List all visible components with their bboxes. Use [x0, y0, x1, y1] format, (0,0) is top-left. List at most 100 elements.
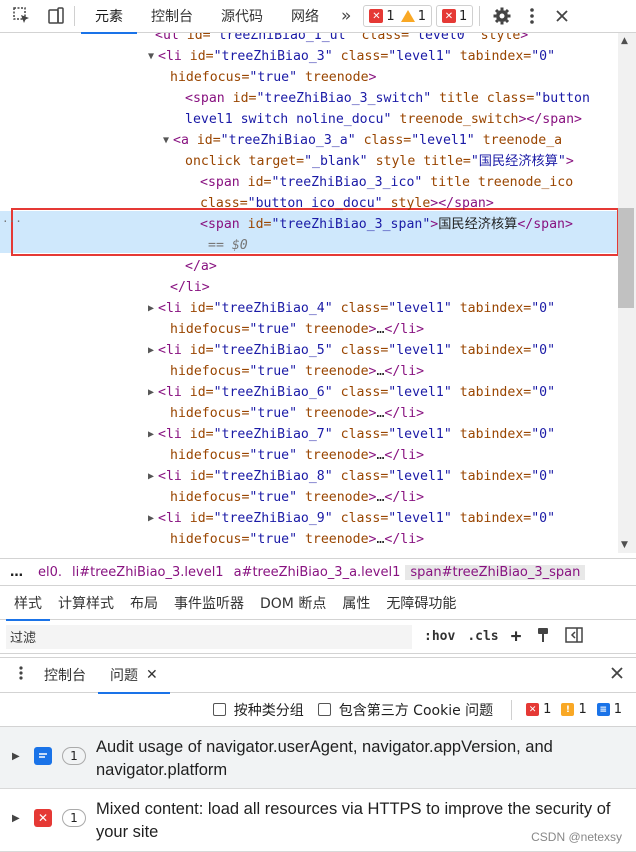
subtab-event-listeners[interactable]: 事件监听器: [166, 586, 252, 620]
device-toolbar-icon[interactable]: [44, 4, 68, 28]
dom-node-line[interactable]: hidefocus="true" treenode>…</li>: [170, 487, 424, 508]
subtab-computed[interactable]: 计算样式: [50, 586, 122, 620]
expand-triangle-icon[interactable]: ▶: [148, 508, 154, 529]
breadcrumb-item[interactable]: el0.: [33, 565, 67, 580]
dom-node-line[interactable]: ▶ <li id="treeZhiBiao_7" class="level1" t…: [148, 424, 555, 445]
expand-triangle-icon[interactable]: ▶: [148, 382, 154, 403]
breadcrumb-item[interactable]: a#treeZhiBiao_3_a.level1: [229, 565, 406, 580]
subtab-layout[interactable]: 布局: [122, 586, 166, 620]
drawer-tab-issues[interactable]: 问题 ✕: [98, 657, 170, 694]
close-drawer-icon[interactable]: [610, 666, 624, 684]
checkbox-box[interactable]: [212, 703, 226, 716]
issue-row[interactable]: ▶ 1 Audit usage of navigator.userAgent, …: [0, 727, 636, 789]
tab-elements[interactable]: 元素: [81, 0, 137, 34]
breadcrumb-item-selected[interactable]: span#treeZhiBiao_3_span: [405, 564, 586, 580]
dom-token-tag: >: [565, 154, 574, 169]
drawer-menu-icon[interactable]: [18, 665, 24, 685]
checkbox-box[interactable]: [317, 703, 331, 716]
dom-node-line[interactable]: == $0: [208, 235, 248, 256]
dom-token-attr: class=: [332, 301, 389, 316]
dom-node-line[interactable]: </a>: [185, 256, 217, 277]
dom-node-line[interactable]: class="button ico_docu" style></span>: [200, 193, 494, 214]
dom-node-line[interactable]: ▼ <a id="treeZhiBiao_3_a" class="level1" …: [163, 130, 562, 151]
expand-triangle-icon[interactable]: ▶: [12, 751, 26, 762]
issue-count: 1: [62, 809, 86, 827]
dom-node-line[interactable]: hidefocus="true" treenode>…</li>: [170, 529, 424, 550]
close-devtools-icon[interactable]: [550, 4, 574, 28]
dom-node-line[interactable]: ▶ <li id="treeZhiBiao_8" class="level1" t…: [148, 466, 555, 487]
subtab-accessibility[interactable]: 无障碍功能: [378, 586, 464, 620]
scroll-down-icon[interactable]: ▼: [621, 540, 628, 550]
dom-token-attr: title treenode_ico: [422, 175, 574, 190]
dom-node-line[interactable]: ▼ <li id="treeZhiBiao_3" class="level1" t…: [148, 46, 555, 67]
group-by-kind-checkbox[interactable]: 按种类分组: [212, 700, 304, 720]
drawer-tabs: 控制台 问题 ✕: [0, 657, 636, 694]
collapse-triangle-icon[interactable]: ▼: [163, 130, 169, 151]
dom-node-line[interactable]: ▶ <li id="treeZhiBiao_9" class="level1" t…: [148, 508, 556, 529]
paint-brush-icon[interactable]: [535, 627, 551, 647]
subtab-styles[interactable]: 样式: [6, 586, 50, 621]
dom-token-tag: ></span>: [430, 196, 494, 211]
collapse-triangle-icon[interactable]: ▼: [148, 46, 154, 67]
dom-node-line[interactable]: ▶ <li id="treeZhiBiao_6" class="level1" t…: [148, 382, 555, 403]
expand-triangle-icon[interactable]: ▶: [148, 298, 154, 319]
dom-node-line[interactable]: hidefocus="true" treenode>…</li>: [170, 319, 424, 340]
inspect-element-icon[interactable]: [10, 4, 34, 28]
expand-triangle-icon[interactable]: ▶: [148, 424, 154, 445]
drawer-tab-issues-label: 问题: [110, 668, 138, 684]
settings-gear-icon[interactable]: [490, 4, 514, 28]
dom-token-val: "0": [531, 343, 556, 358]
dom-token-dollar: == $0: [208, 238, 248, 253]
include-third-party-checkbox[interactable]: 包含第三方 Cookie 问题: [317, 700, 493, 720]
console-errors-warnings-badge[interactable]: ✕ 1 1: [363, 5, 432, 27]
dom-node-line[interactable]: hidefocus="true" treenode>…</li>: [170, 361, 424, 382]
dom-token-val: "0": [531, 511, 556, 526]
dom-node-line[interactable]: onclick target="_blank" style title="国民经…: [185, 151, 574, 172]
dom-token-tag: <li: [158, 343, 190, 358]
dom-token-val: "level1": [388, 511, 452, 526]
issues-error-count: ✕ 1: [526, 702, 551, 717]
dom-node-line[interactable]: ▶ <li id="treeZhiBiao_5" class="level1" t…: [148, 340, 556, 361]
scroll-up-icon[interactable]: ▲: [621, 36, 628, 46]
node-actions-ellipsis[interactable]: ···: [2, 211, 22, 232]
close-tab-icon[interactable]: ✕: [146, 667, 158, 683]
dom-node-line[interactable]: </li>: [170, 277, 210, 298]
cls-toggle-button[interactable]: .cls: [467, 629, 498, 644]
dom-node-line[interactable]: hidefocus="true" treenode>: [170, 67, 376, 88]
dom-node-line[interactable]: <span id="treeZhiBiao_3_span">国民经济核算</sp…: [200, 214, 573, 235]
dom-scroll-thumb[interactable]: [618, 208, 634, 308]
dom-token-attr: hidefocus=: [170, 532, 250, 547]
issues-toolbar: 按种类分组 包含第三方 Cookie 问题 ✕ 1 ! 1 ≡ 1: [0, 693, 636, 727]
breadcrumb-overflow[interactable]: …: [0, 565, 33, 580]
tab-sources[interactable]: 源代码: [207, 0, 277, 33]
toggle-sidebar-icon[interactable]: [565, 626, 584, 647]
issues-badge[interactable]: ✕ 1: [435, 5, 474, 27]
styles-filter-input[interactable]: 过滤: [6, 624, 412, 649]
tab-console[interactable]: 控制台: [137, 0, 207, 33]
more-tabs-button[interactable]: »: [333, 6, 359, 26]
dom-token-attr: class=: [355, 133, 412, 148]
tab-network[interactable]: 网络: [277, 0, 333, 33]
dom-node-line[interactable]: hidefocus="true" treenode>…</li>: [170, 445, 424, 466]
dom-node-line[interactable]: <span id="treeZhiBiao_3_switch" title cl…: [185, 88, 590, 109]
breadcrumb: … el0. li#treeZhiBiao_3.level1 a#treeZhi…: [0, 558, 636, 586]
dom-node-line[interactable]: ▶ <li id="treeZhiBiao_4" class="level1" t…: [148, 298, 555, 319]
dom-node-line[interactable]: hidefocus="true" treenode>…</li>: [170, 403, 424, 424]
dom-node-line[interactable]: <ul id="treeZhiBiao_1_ul" class="level0"…: [155, 33, 528, 46]
subtab-properties[interactable]: 属性: [334, 586, 378, 620]
dom-tree[interactable]: ··· <ul id="treeZhiBiao_1_ul" class="lev…: [0, 33, 618, 553]
expand-triangle-icon[interactable]: ▶: [12, 813, 26, 824]
dom-token-tag: <span: [200, 175, 248, 190]
expand-triangle-icon[interactable]: ▶: [148, 340, 154, 361]
dom-node-line[interactable]: level1 switch noline_docu" treenode_swit…: [185, 109, 582, 130]
subtab-dom-breakpoints[interactable]: DOM 断点: [252, 586, 334, 620]
expand-triangle-icon[interactable]: ▶: [148, 466, 154, 487]
new-style-rule-button[interactable]: +: [511, 626, 522, 647]
breadcrumb-item[interactable]: li#treeZhiBiao_3.level1: [67, 565, 229, 580]
dom-token-attr: id=: [189, 511, 214, 526]
customize-menu-icon[interactable]: [520, 4, 544, 28]
hov-toggle-button[interactable]: :hov: [424, 629, 455, 644]
dom-token-val: "true": [249, 448, 298, 463]
dom-node-line[interactable]: <span id="treeZhiBiao_3_ico" title treen…: [200, 172, 573, 193]
drawer-tab-console[interactable]: 控制台: [32, 657, 98, 693]
